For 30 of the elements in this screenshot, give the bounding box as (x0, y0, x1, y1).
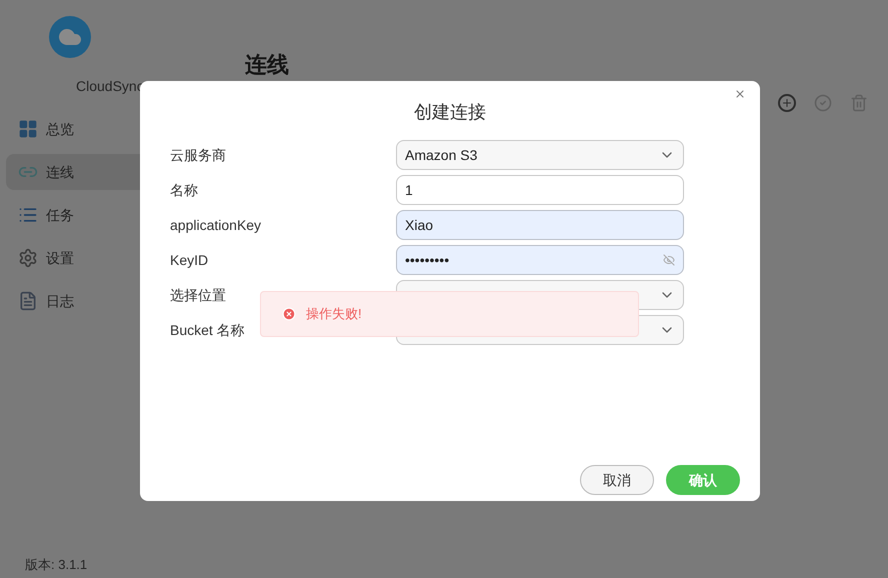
field-label: KeyID (170, 250, 210, 270)
sidebar-item[interactable]: 日志 (6, 283, 140, 319)
error-message: 操作失败! (306, 305, 362, 324)
grid-icon (18, 119, 38, 139)
field-label: Bucket 名称 (170, 320, 246, 340)
close-icon[interactable] (734, 88, 746, 100)
page-title: 连线 (245, 51, 290, 79)
cancel-button[interactable]: 取消 (580, 465, 654, 495)
password-field[interactable]: ••••••••• (396, 245, 684, 275)
sidebar-item[interactable]: 设置 (6, 240, 140, 276)
field-label: 名称 (170, 180, 199, 200)
input-field[interactable]: Xiao (396, 210, 684, 240)
error-icon (282, 307, 296, 321)
document-icon (18, 291, 38, 311)
sidebar-item[interactable]: 连线 (6, 154, 140, 190)
logo-icon (49, 16, 91, 58)
field-label: 选择位置 (170, 286, 227, 304)
eye-icon (663, 254, 675, 266)
field-label: applicationKey (170, 216, 262, 235)
sidebar-item[interactable]: 总览 (6, 111, 140, 147)
field-label: 云服务商 (170, 146, 227, 164)
select-field[interactable]: Amazon S3 (396, 140, 684, 170)
settings-icon (18, 248, 38, 268)
app-name: CloudSync (76, 77, 144, 96)
sidebar-item[interactable]: 任务 (6, 197, 140, 233)
dialog-title: 创建连接 (413, 101, 487, 124)
add-icon[interactable] (778, 94, 796, 112)
input-field[interactable]: 1 (396, 175, 684, 205)
confirm-button[interactable]: 确认 (666, 465, 740, 495)
version-text: 版本: 3.1.1 (25, 556, 88, 574)
